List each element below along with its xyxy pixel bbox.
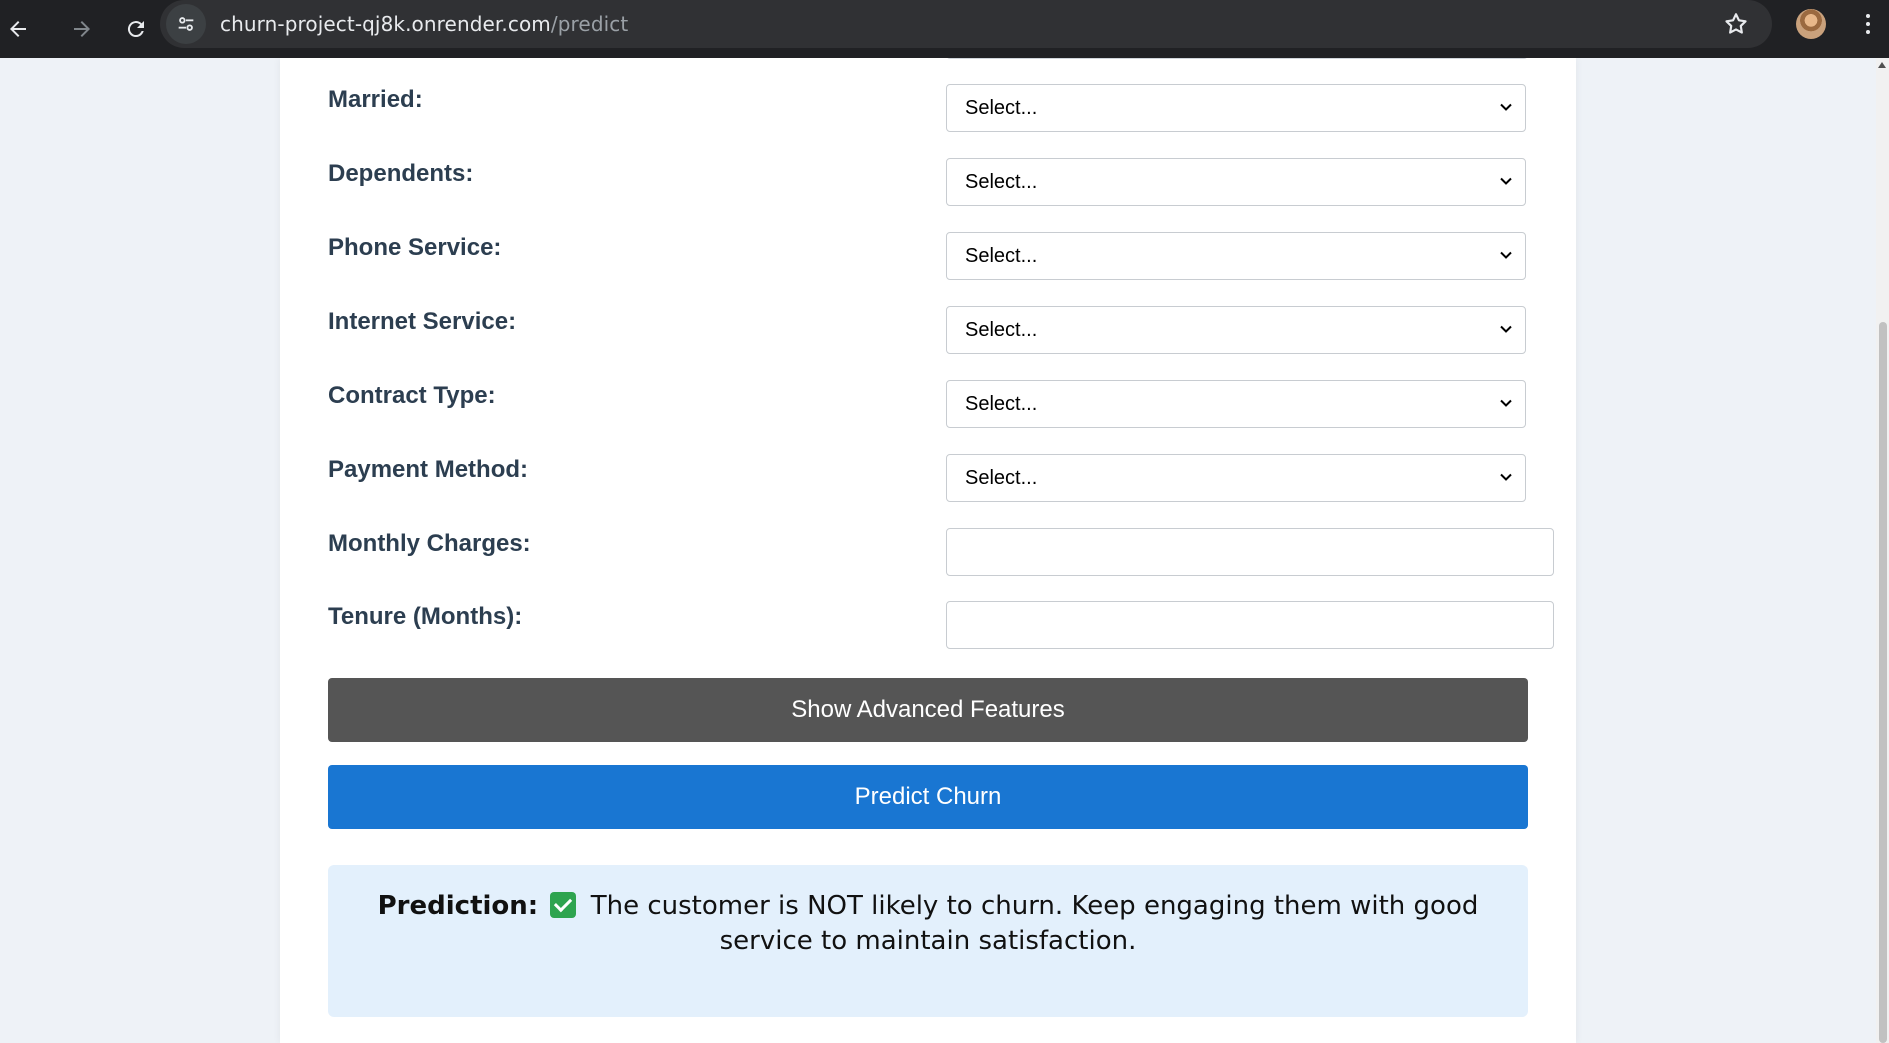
page-scrollbar[interactable] (1876, 58, 1889, 1043)
chevron-down-icon (1500, 399, 1512, 407)
forward-icon[interactable] (64, 11, 100, 47)
predict-churn-button[interactable]: Predict Churn (328, 765, 1528, 829)
contract-type-select[interactable]: Select... (946, 380, 1526, 428)
url-host: churn-project-qj8k.onrender.com (220, 12, 551, 36)
prediction-label: Prediction: (377, 891, 539, 921)
dependents-select-value: Select... (965, 170, 1038, 193)
married-row: Married: Select... (328, 84, 1544, 136)
chevron-down-icon (1500, 251, 1512, 259)
back-icon[interactable] (0, 11, 36, 47)
show-advanced-features-button[interactable]: Show Advanced Features (328, 678, 1528, 742)
internet-service-select[interactable]: Select... (946, 306, 1526, 354)
dependents-row: Dependents: Select... (328, 158, 1544, 210)
phone-service-label: Phone Service: (328, 234, 502, 261)
chevron-down-icon (1500, 103, 1512, 111)
reload-icon[interactable] (118, 11, 154, 47)
page-viewport: Married: Select... Dependents: Select...… (0, 58, 1876, 1043)
payment-method-row: Payment Method: Select... (328, 454, 1544, 506)
prediction-result: Prediction: The customer is NOT likely t… (328, 865, 1528, 1017)
check-mark-icon (550, 892, 577, 918)
site-info-icon[interactable] (166, 4, 206, 44)
scroll-up-arrow-icon[interactable] (1878, 62, 1886, 68)
monthly-charges-input[interactable] (946, 528, 1554, 576)
contract-type-label: Contract Type: (328, 382, 496, 409)
phone-service-row: Phone Service: Select... (328, 232, 1544, 284)
prediction-message: The customer is NOT likely to churn. Kee… (590, 891, 1479, 956)
contract-type-select-value: Select... (965, 392, 1038, 415)
payment-method-select[interactable]: Select... (946, 454, 1526, 502)
internet-service-label: Internet Service: (328, 308, 517, 335)
monthly-charges-label: Monthly Charges: (328, 530, 531, 557)
contract-type-row: Contract Type: Select... (328, 380, 1544, 432)
previous-field-remnant (946, 58, 1528, 59)
tenure-input[interactable] (946, 601, 1554, 649)
chevron-down-icon (1500, 325, 1512, 333)
browser-toolbar: churn-project-qj8k.onrender.com/predict (0, 0, 1889, 58)
bookmark-star-icon[interactable] (1720, 8, 1752, 40)
internet-service-row: Internet Service: Select... (328, 306, 1544, 358)
chevron-down-icon (1500, 473, 1512, 481)
address-bar[interactable]: churn-project-qj8k.onrender.com/predict (160, 0, 1772, 48)
married-select[interactable]: Select... (946, 84, 1526, 132)
predict-churn-label: Predict Churn (854, 783, 1002, 810)
married-select-value: Select... (965, 96, 1038, 119)
profile-avatar[interactable] (1796, 9, 1826, 39)
url-text[interactable]: churn-project-qj8k.onrender.com/predict (220, 12, 628, 36)
internet-service-select-value: Select... (965, 318, 1038, 341)
scroll-thumb[interactable] (1879, 322, 1887, 1043)
phone-service-select-value: Select... (965, 244, 1038, 267)
tenure-row: Tenure (Months): (328, 601, 1554, 653)
payment-method-label: Payment Method: (328, 456, 529, 483)
married-label: Married: (328, 86, 423, 113)
show-advanced-features-label: Show Advanced Features (791, 696, 1065, 723)
tenure-label: Tenure (Months): (328, 603, 523, 630)
dependents-label: Dependents: (328, 160, 474, 187)
phone-service-select[interactable]: Select... (946, 232, 1526, 280)
payment-method-select-value: Select... (965, 466, 1038, 489)
chevron-down-icon (1500, 177, 1512, 185)
browser-menu-icon[interactable] (1856, 6, 1880, 42)
form-card: Married: Select... Dependents: Select...… (280, 58, 1576, 1043)
dependents-select[interactable]: Select... (946, 158, 1526, 206)
monthly-charges-row: Monthly Charges: (328, 528, 1554, 580)
url-path: /predict (550, 12, 629, 36)
